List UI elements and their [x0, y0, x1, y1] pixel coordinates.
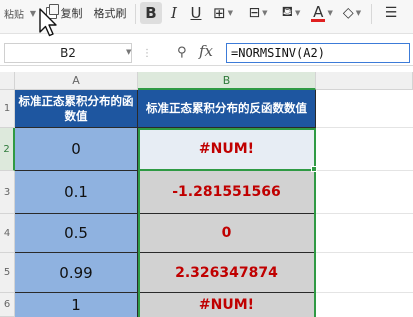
- gridline: [316, 213, 413, 214]
- gridline: [316, 292, 413, 293]
- format-painter-button[interactable]: 格式刷: [88, 0, 132, 26]
- cell-a3[interactable]: 0.1: [15, 171, 138, 214]
- font-color-button[interactable]: A ▼: [308, 0, 336, 26]
- cell-style-icon: ⊟: [248, 5, 261, 21]
- cell-b5[interactable]: 2.326347874: [138, 253, 316, 293]
- column-header-c[interactable]: [316, 72, 413, 90]
- row-header-4[interactable]: 4: [0, 214, 15, 253]
- borders-button[interactable]: ⊞ ▼: [209, 0, 237, 26]
- align-left-icon: ☰: [384, 5, 398, 21]
- paste-dropdown-icon[interactable]: ▼: [28, 0, 38, 26]
- gridline: [316, 127, 413, 128]
- font-color-icon: A: [311, 2, 326, 22]
- row-header-2[interactable]: 2: [0, 128, 15, 171]
- paste-button[interactable]: 粘贴: [0, 0, 28, 26]
- cell-style-button[interactable]: ⊟ ▼: [244, 0, 272, 26]
- formula-bar-divider: ⋮: [142, 48, 152, 59]
- row-header-5[interactable]: 5: [0, 253, 15, 293]
- cell-b4[interactable]: 0: [138, 214, 316, 253]
- toolbar-divider: [371, 4, 372, 24]
- formula-bar: B2 ▼ ⋮ ⚲ fx =NORMSINV(A2): [0, 40, 413, 66]
- chevron-down-icon: ▼: [295, 9, 301, 17]
- name-box[interactable]: B2: [4, 43, 132, 63]
- cell-b1-header[interactable]: 标准正态累积分布的反函数数值: [138, 90, 316, 128]
- select-all-corner[interactable]: [0, 72, 15, 90]
- chevron-down-icon[interactable]: ▼: [126, 48, 131, 56]
- italic-button[interactable]: I: [164, 0, 184, 26]
- toolbar-divider: [135, 4, 136, 24]
- eraser-icon: ◇: [342, 5, 354, 21]
- row-header-1[interactable]: 1: [0, 90, 15, 128]
- cell-b6[interactable]: #NUM!: [138, 293, 316, 317]
- cell-a6[interactable]: 1: [15, 293, 138, 317]
- formula-input[interactable]: =NORMSINV(A2): [226, 43, 410, 63]
- cell-b2[interactable]: #NUM!: [138, 128, 316, 171]
- row-header-3[interactable]: 3: [0, 171, 15, 214]
- chevron-down-icon: ▼: [227, 9, 233, 17]
- clear-format-button[interactable]: ◇ ▼: [338, 0, 366, 26]
- column-header-a[interactable]: A: [15, 72, 138, 90]
- empty-column-c[interactable]: [316, 90, 413, 317]
- bold-button[interactable]: B: [140, 2, 162, 24]
- toolbar: 粘贴 ▼ 复制 格式刷 B I U ⊞ ▼ ⊟ ▼ ⛾ ▼ A ▼ ◇ ▼ ☰: [0, 0, 413, 34]
- cell-a1-header[interactable]: 标准正态累积分布的函数值: [15, 90, 138, 128]
- cell-a5[interactable]: 0.99: [15, 253, 138, 293]
- row-header-6[interactable]: 6: [0, 293, 15, 317]
- chevron-down-icon: ▼: [262, 9, 268, 17]
- chevron-down-icon: ▼: [355, 9, 362, 17]
- align-left-button[interactable]: ☰: [378, 0, 404, 26]
- zoom-icon[interactable]: ⚲: [177, 45, 187, 60]
- fill-color-button[interactable]: ⛾ ▼: [276, 0, 306, 26]
- paint-bucket-icon: ⛾: [281, 4, 294, 20]
- chevron-down-icon: ▼: [327, 9, 333, 17]
- insert-function-button[interactable]: fx: [199, 42, 213, 60]
- mouse-pointer-icon: [39, 8, 57, 37]
- cell-a4[interactable]: 0.5: [15, 214, 138, 253]
- copy-label: 复制: [60, 7, 83, 20]
- fill-handle[interactable]: [311, 166, 317, 172]
- gridline: [316, 170, 413, 171]
- underline-button[interactable]: U: [186, 0, 206, 26]
- column-header-b[interactable]: B: [138, 72, 316, 90]
- cell-b3[interactable]: -1.281551566: [138, 171, 316, 214]
- cell-a2[interactable]: 0: [15, 128, 138, 171]
- borders-icon: ⊞: [213, 4, 226, 22]
- gridline: [316, 252, 413, 253]
